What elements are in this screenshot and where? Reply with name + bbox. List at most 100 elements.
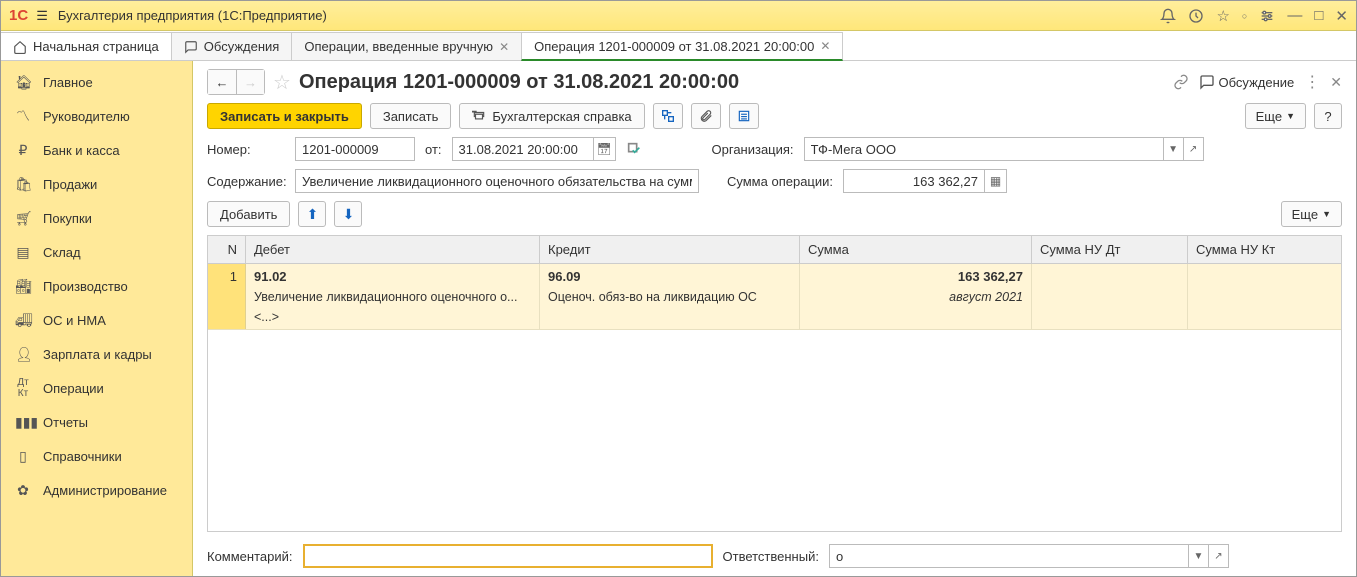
maximize-icon[interactable]: □: [1314, 7, 1323, 24]
date-input-wrap: 📅︎: [452, 137, 616, 161]
cell-credit[interactable]: 96.09 Оценоч. обяз-во на ликвидацию ОС: [540, 264, 800, 329]
factory-icon: 🏭︎: [15, 278, 31, 295]
sidebar-label: Администрирование: [43, 483, 167, 498]
nav-back-button[interactable]: ←: [208, 70, 236, 94]
sidebar-item-reports[interactable]: ▮▮▮Отчеты: [1, 405, 192, 439]
resp-label: Ответственный:: [723, 549, 819, 564]
comment-input[interactable]: [303, 544, 713, 568]
journal-icon: ДтКт: [15, 377, 31, 399]
sidebar-item-assets[interactable]: 🚚︎ОС и НМА: [1, 303, 192, 337]
tab-home[interactable]: Начальная страница: [1, 32, 172, 60]
chevron-down-icon[interactable]: ▼: [1163, 138, 1183, 160]
star-icon[interactable]: ☆: [1216, 7, 1229, 25]
resp-input[interactable]: [830, 545, 1188, 567]
tab-operation-doc[interactable]: Операция 1201-000009 от 31.08.2021 20:00…: [521, 32, 843, 61]
gear-icon: ✿: [15, 482, 31, 499]
post-icon[interactable]: [626, 141, 642, 157]
resp-combo: ▼ ↗: [829, 544, 1229, 568]
discuss-button[interactable]: Обсуждение: [1199, 74, 1295, 90]
org-label: Организация:: [712, 142, 794, 157]
history-icon[interactable]: [1188, 8, 1204, 24]
nav-forward-button[interactable]: →: [236, 70, 264, 94]
col-debit[interactable]: Дебет: [246, 236, 540, 263]
col-nukt[interactable]: Сумма НУ Кт: [1188, 236, 1341, 263]
more-label: Еще: [1256, 109, 1282, 124]
bag-icon: 🛍︎: [15, 176, 31, 193]
move-up-button[interactable]: ⬆: [298, 201, 326, 227]
col-sum[interactable]: Сумма: [800, 236, 1032, 263]
favorite-icon[interactable]: ☆: [273, 70, 291, 95]
col-credit[interactable]: Кредит: [540, 236, 800, 263]
save-close-button[interactable]: Записать и закрыть: [207, 103, 362, 129]
bars-icon: ▮▮▮: [15, 414, 31, 431]
sidebar-item-operations[interactable]: ДтКт Операции: [1, 371, 192, 405]
link-icon[interactable]: [1173, 74, 1189, 90]
col-n[interactable]: N: [208, 236, 246, 263]
calc-icon[interactable]: ▦: [984, 170, 1006, 192]
sidebar-item-manager[interactable]: 〽Руководителю: [1, 99, 192, 133]
tab-bar: Начальная страница Обсуждения Операции, …: [1, 31, 1356, 61]
bell-icon[interactable]: [1160, 8, 1176, 24]
sidebar-item-bank[interactable]: ₽Банк и касса: [1, 133, 192, 167]
open-icon[interactable]: ↗: [1183, 138, 1203, 160]
cell-sum[interactable]: 163 362,27 август 2021: [800, 264, 1032, 329]
sidebar-item-catalogs[interactable]: ▯Справочники: [1, 439, 192, 473]
attach-button[interactable]: [691, 103, 721, 129]
row-number: 1: [208, 264, 246, 329]
opsum-input[interactable]: [844, 170, 984, 192]
org-input[interactable]: [805, 138, 1163, 160]
sidebar-item-purchases[interactable]: 🛒︎Покупки: [1, 201, 192, 235]
report-button[interactable]: Бухгалтерская справка: [459, 103, 644, 129]
sidebar-label: Главное: [43, 75, 93, 90]
sidebar-label: Банк и касса: [43, 143, 120, 158]
tab-label: Операция 1201-000009 от 31.08.2021 20:00…: [534, 39, 814, 54]
list-button[interactable]: [729, 103, 759, 129]
sidebar-item-admin[interactable]: ✿ Администрирование: [1, 473, 192, 507]
table-row[interactable]: 1 91.02 Увеличение ликвидационного оцено…: [208, 264, 1341, 330]
sidebar-item-production[interactable]: 🏭︎ Производство: [1, 269, 192, 303]
cell-nukt[interactable]: [1188, 264, 1341, 329]
tab-label: Операции, введенные вручную: [304, 39, 493, 54]
sidebar-label: Операции: [43, 381, 104, 396]
open-icon[interactable]: ↗: [1208, 545, 1228, 567]
tab-operations-manual[interactable]: Операции, введенные вручную ✕: [291, 32, 522, 60]
sidebar-item-warehouse[interactable]: ▤Склад: [1, 235, 192, 269]
number-label: Номер:: [207, 142, 285, 157]
fill-button[interactable]: [653, 103, 683, 129]
cell-nudt[interactable]: [1032, 264, 1188, 329]
sidebar-item-main[interactable]: 🏠︎Главное: [1, 65, 192, 99]
table-more-button[interactable]: Еще▼: [1281, 201, 1342, 227]
page-close-icon[interactable]: ✕: [1330, 74, 1342, 91]
credit-subconto: Оценоч. обяз-во на ликвидацию ОС: [548, 290, 791, 304]
opsum-wrap: ▦: [843, 169, 1007, 193]
sidebar-item-payroll[interactable]: 👤︎Зарплата и кадры: [1, 337, 192, 371]
chevron-down-icon: ▼: [1286, 111, 1295, 121]
help-button[interactable]: ?: [1314, 103, 1342, 129]
sidebar-label: Производство: [43, 279, 128, 294]
move-down-button[interactable]: ⬇: [334, 201, 362, 227]
truck-icon: 🚚︎: [15, 312, 31, 329]
menu-icon[interactable]: ☰: [36, 8, 48, 24]
save-button[interactable]: Записать: [370, 103, 452, 129]
sidebar-label: Склад: [43, 245, 81, 260]
tab-close-icon[interactable]: ✕: [820, 39, 830, 53]
more-button[interactable]: Еще ▼: [1245, 103, 1306, 129]
settings-icon[interactable]: [1259, 8, 1275, 24]
kebab-icon[interactable]: ⋮: [1304, 72, 1320, 92]
number-input[interactable]: [295, 137, 415, 161]
chevron-down-icon[interactable]: ▼: [1188, 545, 1208, 567]
cell-debit[interactable]: 91.02 Увеличение ликвидационного оценочн…: [246, 264, 540, 329]
content-input[interactable]: [295, 169, 699, 193]
tab-close-icon[interactable]: ✕: [499, 40, 509, 54]
col-nudt[interactable]: Сумма НУ Дт: [1032, 236, 1188, 263]
add-button[interactable]: Добавить: [207, 201, 290, 227]
date-input[interactable]: [453, 138, 593, 160]
book-icon: ▯: [15, 448, 31, 465]
calendar-icon[interactable]: 📅︎: [593, 138, 615, 160]
close-icon[interactable]: ✕: [1335, 7, 1348, 25]
tab-discussions[interactable]: Обсуждения: [171, 32, 293, 60]
circle-icon[interactable]: ○: [1242, 11, 1247, 21]
sidebar-label: Руководителю: [43, 109, 130, 124]
minimize-icon[interactable]: —: [1287, 7, 1302, 24]
sidebar-item-sales[interactable]: 🛍︎Продажи: [1, 167, 192, 201]
